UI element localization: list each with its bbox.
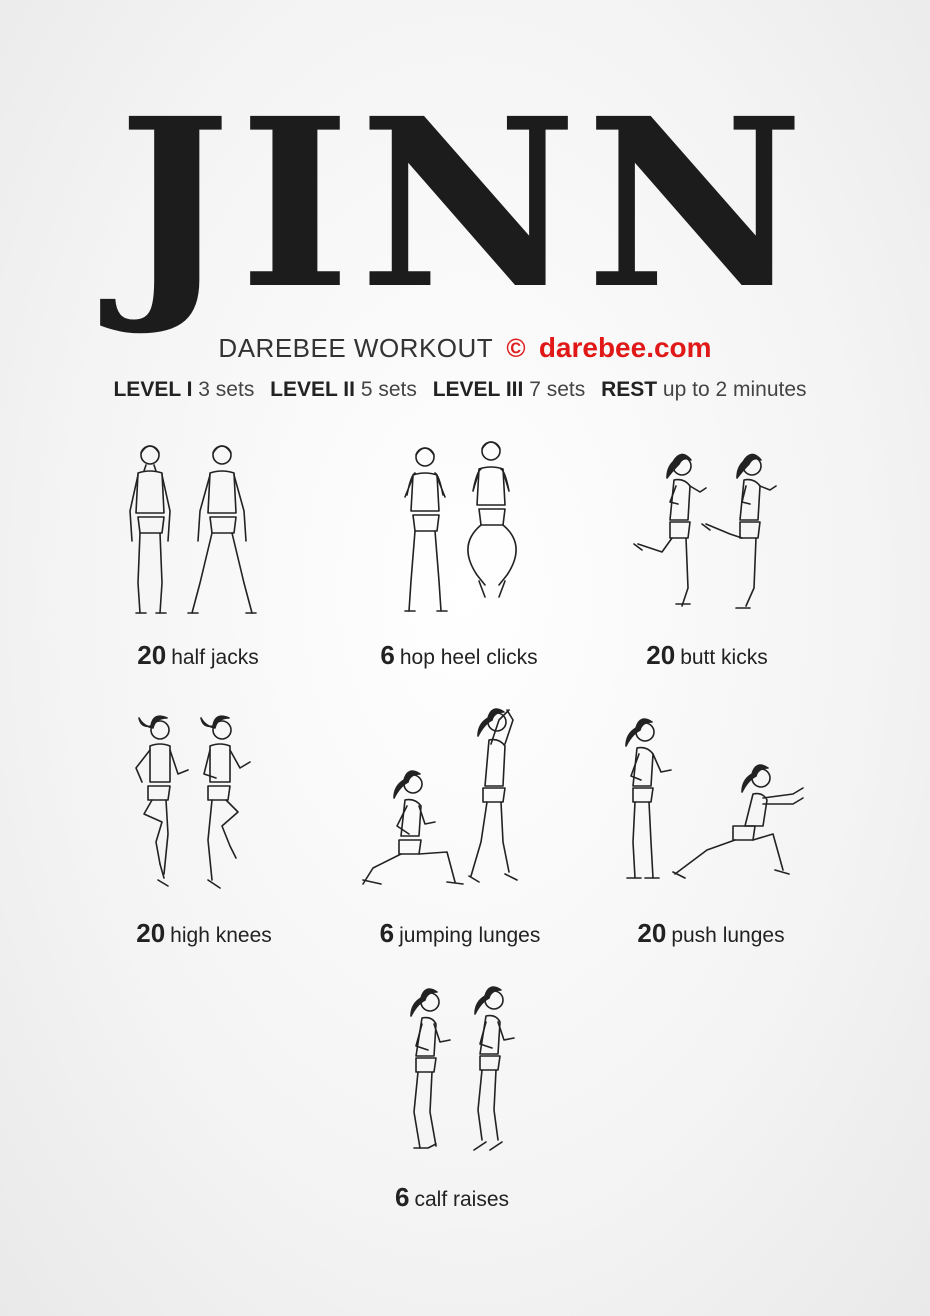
jumping-lunges-name: jumping lunges xyxy=(399,924,541,947)
exercise-high-knees: 20 high knees xyxy=(120,710,272,948)
butt-kicks-name: butt kicks xyxy=(680,646,768,669)
rest-value: up to 2 minutes xyxy=(662,378,807,401)
level-3-value: 7 sets xyxy=(529,378,586,401)
high-knees-count: 20 xyxy=(136,918,166,948)
hop-heel-clicks-count: 6 xyxy=(380,640,395,670)
copyright-icon: © xyxy=(506,333,526,363)
half-jacks-count: 20 xyxy=(137,640,167,670)
hop-heel-clicks-caption: 6 hop heel clicks xyxy=(380,640,537,671)
exercise-hop-heel-clicks: 6 hop heel clicks xyxy=(380,435,545,670)
level-2-value: 5 sets xyxy=(360,378,417,401)
push-lunges-count: 20 xyxy=(637,918,667,948)
high-knees-illustration xyxy=(135,715,251,889)
half-jacks-name: half jacks xyxy=(171,646,259,669)
levels-line: LEVEL I 3 sets LEVEL II 5 sets LEVEL III… xyxy=(0,375,930,405)
workout-title: JINN xyxy=(117,67,813,340)
push-lunges-illustration xyxy=(625,718,804,879)
high-knees-caption: 20 high knees xyxy=(136,918,272,949)
level-2-name: LEVEL II xyxy=(270,378,355,401)
rest-name: REST xyxy=(601,378,658,401)
level-1-name: LEVEL I xyxy=(113,378,193,401)
brand-label: DAREBEE WORKOUT xyxy=(218,333,494,363)
site-link[interactable]: darebee.com xyxy=(539,332,712,363)
calf-raises-illustration xyxy=(410,986,515,1151)
exercise-push-lunges: 20 push lunges xyxy=(615,712,815,948)
hop-heel-clicks-illustration xyxy=(404,441,517,612)
butt-kicks-caption: 20 butt kicks xyxy=(646,640,767,671)
butt-kicks-count: 20 xyxy=(646,640,676,670)
calf-raises-count: 6 xyxy=(395,1182,410,1212)
level-3-name: LEVEL III xyxy=(432,378,524,401)
jumping-lunges-caption: 6 jumping lunges xyxy=(380,918,541,949)
exercise-jumping-lunges: 6 jumping lunges xyxy=(355,700,545,948)
jumping-lunges-count: 6 xyxy=(379,918,395,948)
half-jacks-caption: 20 half jacks xyxy=(137,640,258,671)
hop-heel-clicks-name: hop heel clicks xyxy=(399,646,538,669)
exercise-calf-raises: 6 calf raises xyxy=(390,982,540,1212)
calf-raises-caption: 6 calf raises xyxy=(395,1182,509,1213)
jumping-lunges-illustration xyxy=(362,708,518,885)
calf-raises-name: calf raises xyxy=(414,1188,509,1211)
half-jacks-illustration xyxy=(129,445,257,614)
exercise-half-jacks: 20 half jacks xyxy=(110,435,280,670)
exercise-butt-kicks: 20 butt kicks xyxy=(630,440,800,670)
subtitle: DAREBEE WORKOUT © darebee.com xyxy=(0,330,930,366)
high-knees-name: high knees xyxy=(170,924,272,947)
butt-kicks-illustration xyxy=(633,453,777,609)
push-lunges-caption: 20 push lunges xyxy=(637,918,784,949)
level-1-value: 3 sets xyxy=(198,378,255,401)
push-lunges-name: push lunges xyxy=(671,924,785,947)
